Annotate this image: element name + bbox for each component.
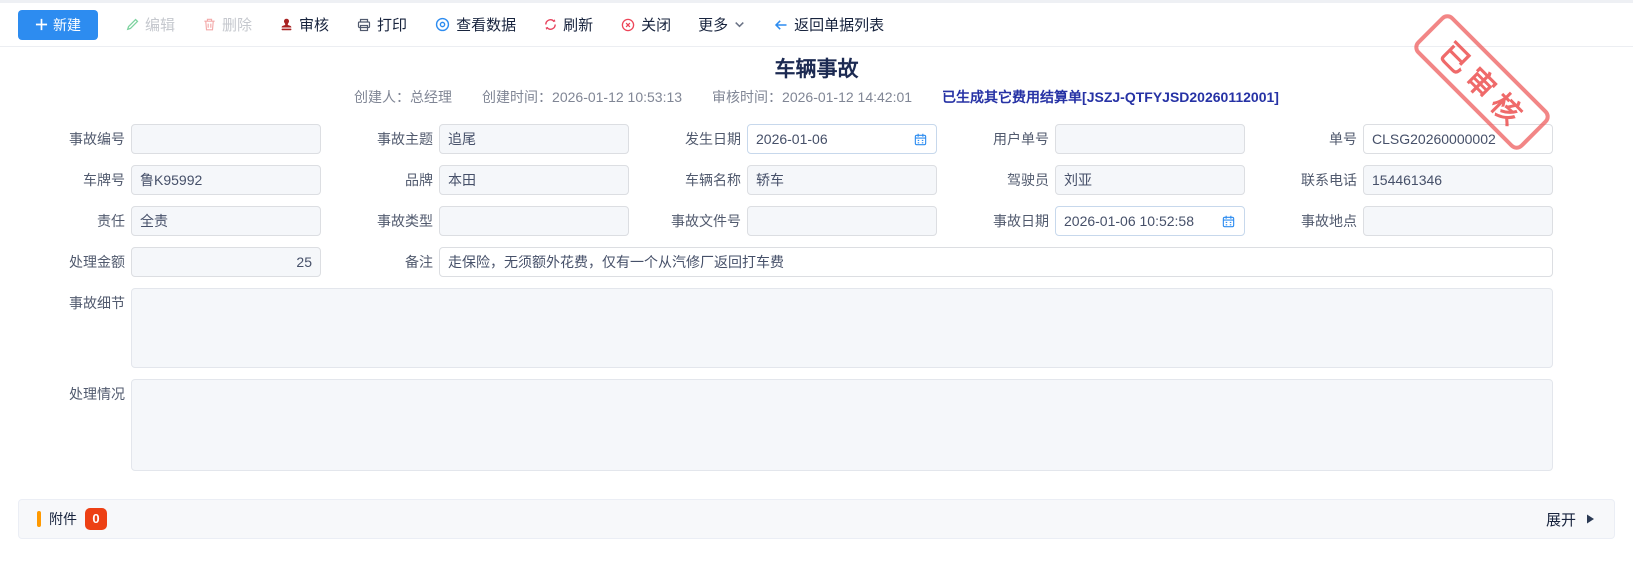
- attachments-label: 附件: [49, 509, 77, 529]
- occur-date-label: 发生日期: [635, 124, 741, 154]
- creator-text: 创建人：总经理: [354, 87, 452, 107]
- refresh-icon: [543, 17, 558, 32]
- close-button-label: 关闭: [641, 14, 671, 35]
- page-title: 车辆事故: [0, 56, 1633, 84]
- refresh-button[interactable]: 刷新: [543, 14, 593, 35]
- accident-place-label: 事故地点: [1251, 206, 1357, 236]
- triangle-right-icon: [1584, 513, 1596, 525]
- user-order-no-input[interactable]: [1055, 124, 1245, 154]
- amount-input[interactable]: 25: [131, 247, 321, 277]
- plate-no-label: 车牌号: [40, 165, 125, 195]
- more-button[interactable]: 更多: [698, 14, 746, 35]
- delete-button[interactable]: 删除: [202, 14, 252, 35]
- edit-button[interactable]: 编辑: [125, 14, 175, 35]
- order-no-input[interactable]: CLSG20260000002: [1363, 124, 1553, 154]
- order-no-label: 单号: [1251, 124, 1357, 154]
- print-button-label: 打印: [377, 14, 407, 35]
- delete-button-label: 删除: [222, 14, 252, 35]
- subject-input[interactable]: 追尾: [439, 124, 629, 154]
- brand-label: 品牌: [327, 165, 433, 195]
- audit-time-text: 审核时间：2026-01-12 14:42:01: [712, 87, 912, 107]
- occur-date-value: 2026-01-06: [756, 125, 828, 153]
- back-to-list-button[interactable]: 返回单据列表: [773, 14, 884, 35]
- driver-label: 驾驶员: [943, 165, 1049, 195]
- accident-no-label: 事故编号: [40, 124, 125, 154]
- printer-icon: [356, 17, 372, 33]
- pencil-icon: [125, 17, 140, 32]
- audit-button[interactable]: 审核: [279, 14, 329, 35]
- accident-form: 事故编号 事故主题 追尾 发生日期 2026-01-06 用户单号 单号 CLS…: [40, 124, 1553, 471]
- amount-label: 处理金额: [40, 247, 125, 277]
- create-time-text: 创建时间：2026-01-12 10:53:13: [482, 87, 682, 107]
- orange-accent-bar: [37, 511, 41, 527]
- record-meta: 创建人：总经理 创建时间：2026-01-12 10:53:13 审核时间：20…: [0, 87, 1633, 107]
- driver-input[interactable]: 刘亚: [1055, 165, 1245, 195]
- close-circle-icon: [620, 17, 636, 33]
- accident-file-no-input[interactable]: [747, 206, 937, 236]
- handling-textarea[interactable]: [131, 379, 1553, 471]
- remark-label: 备注: [327, 247, 433, 277]
- refresh-button-label: 刷新: [563, 14, 593, 35]
- plate-no-input[interactable]: 鲁K95992: [131, 165, 321, 195]
- phone-input[interactable]: 154461346: [1363, 165, 1553, 195]
- trash-icon: [202, 17, 217, 32]
- chevron-down-icon: [733, 18, 746, 31]
- arrow-left-icon: [773, 17, 789, 33]
- accident-date-value: 2026-01-06 10:52:58: [1064, 207, 1194, 235]
- eye-icon: [434, 16, 451, 33]
- close-button[interactable]: 关闭: [620, 14, 671, 35]
- calendar-icon: [913, 132, 928, 147]
- view-data-button-label: 查看数据: [456, 14, 516, 35]
- attachments-count-badge: 0: [85, 508, 107, 530]
- accident-date-label: 事故日期: [943, 206, 1049, 236]
- new-button-label: 新建: [53, 15, 81, 35]
- new-button[interactable]: 新建: [18, 10, 98, 40]
- detail-label: 事故细节: [40, 288, 125, 318]
- attachments-bar[interactable]: 附件 0 展开: [18, 499, 1615, 539]
- more-button-label: 更多: [698, 14, 728, 35]
- phone-label: 联系电话: [1251, 165, 1357, 195]
- calendar-icon: [1221, 214, 1236, 229]
- accident-date-input[interactable]: 2026-01-06 10:52:58: [1055, 206, 1245, 236]
- detail-textarea[interactable]: [131, 288, 1553, 368]
- vehicle-name-label: 车辆名称: [635, 165, 741, 195]
- back-to-list-label: 返回单据列表: [794, 14, 884, 35]
- subject-label: 事故主题: [327, 124, 433, 154]
- stamp-icon: [279, 17, 294, 32]
- responsibility-label: 责任: [40, 206, 125, 236]
- audit-button-label: 审核: [299, 14, 329, 35]
- settlement-link[interactable]: 已生成其它费用结算单[JSZJ-QTFYJSD20260112001]: [942, 87, 1279, 107]
- view-data-button[interactable]: 查看数据: [434, 14, 516, 35]
- remark-input[interactable]: 走保险，无须额外花费，仅有一个从汽修厂返回打车费: [439, 247, 1553, 277]
- plus-icon: [35, 18, 48, 31]
- accident-file-no-label: 事故文件号: [635, 206, 741, 236]
- toolbar: 新建 编辑 删除 审核 打印 查看数据 刷新 关闭 更多 返回单据列表: [0, 3, 1633, 47]
- accident-place-input[interactable]: [1363, 206, 1553, 236]
- occur-date-input[interactable]: 2026-01-06: [747, 124, 937, 154]
- user-order-no-label: 用户单号: [943, 124, 1049, 154]
- brand-input[interactable]: 本田: [439, 165, 629, 195]
- accident-type-label: 事故类型: [327, 206, 433, 236]
- expand-label: 展开: [1546, 509, 1576, 530]
- edit-button-label: 编辑: [145, 14, 175, 35]
- print-button[interactable]: 打印: [356, 14, 407, 35]
- handling-label: 处理情况: [40, 379, 125, 409]
- accident-no-input[interactable]: [131, 124, 321, 154]
- accident-type-input[interactable]: [439, 206, 629, 236]
- vehicle-name-input[interactable]: 轿车: [747, 165, 937, 195]
- expand-button[interactable]: 展开: [1546, 509, 1596, 530]
- responsibility-input[interactable]: 全责: [131, 206, 321, 236]
